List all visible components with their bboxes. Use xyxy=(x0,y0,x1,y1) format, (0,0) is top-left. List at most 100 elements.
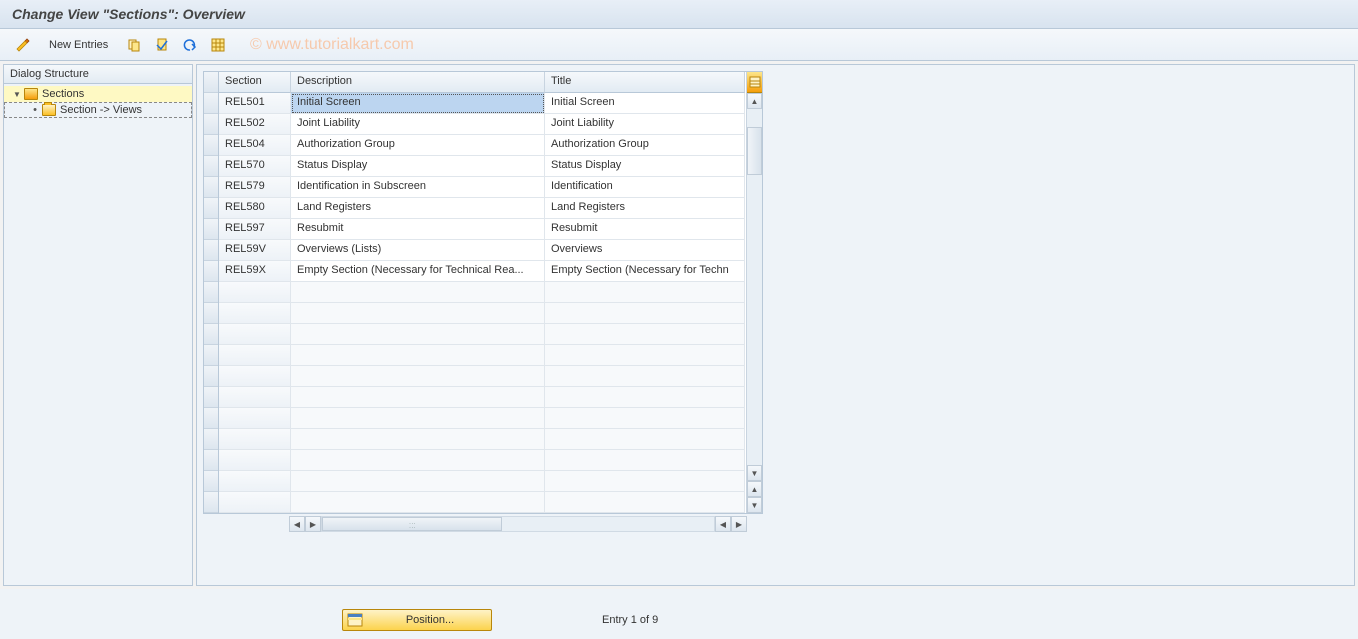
cell-section[interactable] xyxy=(219,366,291,387)
cell-section[interactable] xyxy=(219,303,291,324)
table-row-empty[interactable] xyxy=(219,408,746,429)
scroll-up-alt-button[interactable]: ▲ xyxy=(747,481,762,497)
table-corner[interactable] xyxy=(204,72,218,93)
row-selector[interactable] xyxy=(204,345,218,366)
table-row-empty[interactable] xyxy=(219,366,746,387)
row-selector[interactable] xyxy=(204,135,218,156)
cell-title[interactable]: Identification xyxy=(545,177,745,198)
scroll-down-button[interactable]: ▼ xyxy=(747,465,762,481)
cell-description[interactable] xyxy=(291,366,545,387)
cell-description[interactable]: Joint Liability xyxy=(291,114,545,135)
row-selector[interactable] xyxy=(204,303,218,324)
cell-title[interactable] xyxy=(545,324,745,345)
cell-section[interactable] xyxy=(219,450,291,471)
table-row[interactable]: REL501 Initial Screen Initial Screen xyxy=(219,93,746,114)
cell-title[interactable] xyxy=(545,429,745,450)
cell-title[interactable] xyxy=(545,471,745,492)
table-row[interactable]: REL570 Status Display Status Display xyxy=(219,156,746,177)
row-selector[interactable] xyxy=(204,366,218,387)
cell-description[interactable]: Empty Section (Necessary for Technical R… xyxy=(291,261,545,282)
cell-title[interactable]: Initial Screen xyxy=(545,93,745,114)
table-row-empty[interactable] xyxy=(219,450,746,471)
cell-title[interactable] xyxy=(545,366,745,387)
cell-section[interactable]: REL579 xyxy=(219,177,291,198)
row-selector[interactable] xyxy=(204,492,218,513)
cell-section[interactable] xyxy=(219,471,291,492)
cell-description[interactable]: Resubmit xyxy=(291,219,545,240)
cell-description[interactable] xyxy=(291,387,545,408)
cell-description[interactable]: Authorization Group xyxy=(291,135,545,156)
cell-section[interactable] xyxy=(219,324,291,345)
cell-description[interactable] xyxy=(291,282,545,303)
row-selector[interactable] xyxy=(204,387,218,408)
cell-description[interactable]: Status Display xyxy=(291,156,545,177)
table-row-empty[interactable] xyxy=(219,303,746,324)
cell-description[interactable] xyxy=(291,324,545,345)
hscroll-track[interactable] xyxy=(321,516,715,532)
cell-title[interactable] xyxy=(545,282,745,303)
row-selector[interactable] xyxy=(204,261,218,282)
cell-title[interactable] xyxy=(545,450,745,471)
cell-title[interactable] xyxy=(545,345,745,366)
cell-description[interactable] xyxy=(291,492,545,513)
tree-item-sections[interactable]: ▼ Sections xyxy=(4,86,192,102)
cell-title[interactable]: Land Registers xyxy=(545,198,745,219)
cell-title[interactable] xyxy=(545,492,745,513)
cell-title[interactable]: Authorization Group xyxy=(545,135,745,156)
cell-section[interactable]: REL502 xyxy=(219,114,291,135)
cell-section[interactable] xyxy=(219,345,291,366)
scroll-up-button[interactable]: ▲ xyxy=(747,93,762,109)
vscroll-track[interactable] xyxy=(747,109,762,465)
table-row-empty[interactable] xyxy=(219,429,746,450)
cell-section[interactable]: REL597 xyxy=(219,219,291,240)
cell-description[interactable]: Initial Screen xyxy=(291,93,545,114)
row-selector[interactable] xyxy=(204,219,218,240)
row-selector[interactable] xyxy=(204,408,218,429)
table-settings-button[interactable] xyxy=(747,72,762,93)
cell-title[interactable] xyxy=(545,303,745,324)
scroll-down-alt-button[interactable]: ▼ xyxy=(747,497,762,513)
cell-title[interactable] xyxy=(545,408,745,429)
undo-button[interactable] xyxy=(179,34,201,56)
row-selector[interactable] xyxy=(204,93,218,114)
column-header-title[interactable]: Title xyxy=(545,72,745,93)
cell-title[interactable]: Joint Liability xyxy=(545,114,745,135)
cell-description[interactable] xyxy=(291,345,545,366)
cell-description[interactable] xyxy=(291,408,545,429)
table-row-empty[interactable] xyxy=(219,345,746,366)
tree-collapse-icon[interactable]: ▼ xyxy=(12,89,22,99)
cell-description[interactable]: Identification in Subscreen xyxy=(291,177,545,198)
cell-title[interactable]: Status Display xyxy=(545,156,745,177)
column-header-description[interactable]: Description xyxy=(291,72,545,93)
cell-section[interactable] xyxy=(219,282,291,303)
table-row[interactable]: REL580 Land Registers Land Registers xyxy=(219,198,746,219)
toggle-change-button[interactable] xyxy=(12,34,34,56)
cell-section[interactable]: REL501 xyxy=(219,93,291,114)
cell-section[interactable]: REL580 xyxy=(219,198,291,219)
cell-description[interactable]: Overviews (Lists) xyxy=(291,240,545,261)
cell-section[interactable] xyxy=(219,429,291,450)
cell-description[interactable] xyxy=(291,303,545,324)
table-row[interactable]: REL597 Resubmit Resubmit xyxy=(219,219,746,240)
hscroll-left-alt-button[interactable]: ◀ xyxy=(715,516,731,532)
cell-description[interactable] xyxy=(291,471,545,492)
cell-title[interactable] xyxy=(545,387,745,408)
hscroll-left-button[interactable]: ◀ xyxy=(289,516,305,532)
cell-section[interactable] xyxy=(219,387,291,408)
row-selector[interactable] xyxy=(204,429,218,450)
table-row[interactable]: REL502 Joint Liability Joint Liability xyxy=(219,114,746,135)
table-row-empty[interactable] xyxy=(219,471,746,492)
table-row[interactable]: REL579 Identification in Subscreen Ident… xyxy=(219,177,746,198)
row-selector[interactable] xyxy=(204,240,218,261)
cell-section[interactable] xyxy=(219,492,291,513)
table-row-empty[interactable] xyxy=(219,387,746,408)
table-row-empty[interactable] xyxy=(219,492,746,513)
row-selector[interactable] xyxy=(204,471,218,492)
table-row-empty[interactable] xyxy=(219,324,746,345)
row-selector[interactable] xyxy=(204,450,218,471)
cell-section[interactable]: REL59X xyxy=(219,261,291,282)
hscroll-thumb[interactable] xyxy=(322,517,502,531)
vscroll-thumb[interactable] xyxy=(747,127,762,175)
cell-section[interactable]: REL504 xyxy=(219,135,291,156)
cell-description[interactable]: Land Registers xyxy=(291,198,545,219)
